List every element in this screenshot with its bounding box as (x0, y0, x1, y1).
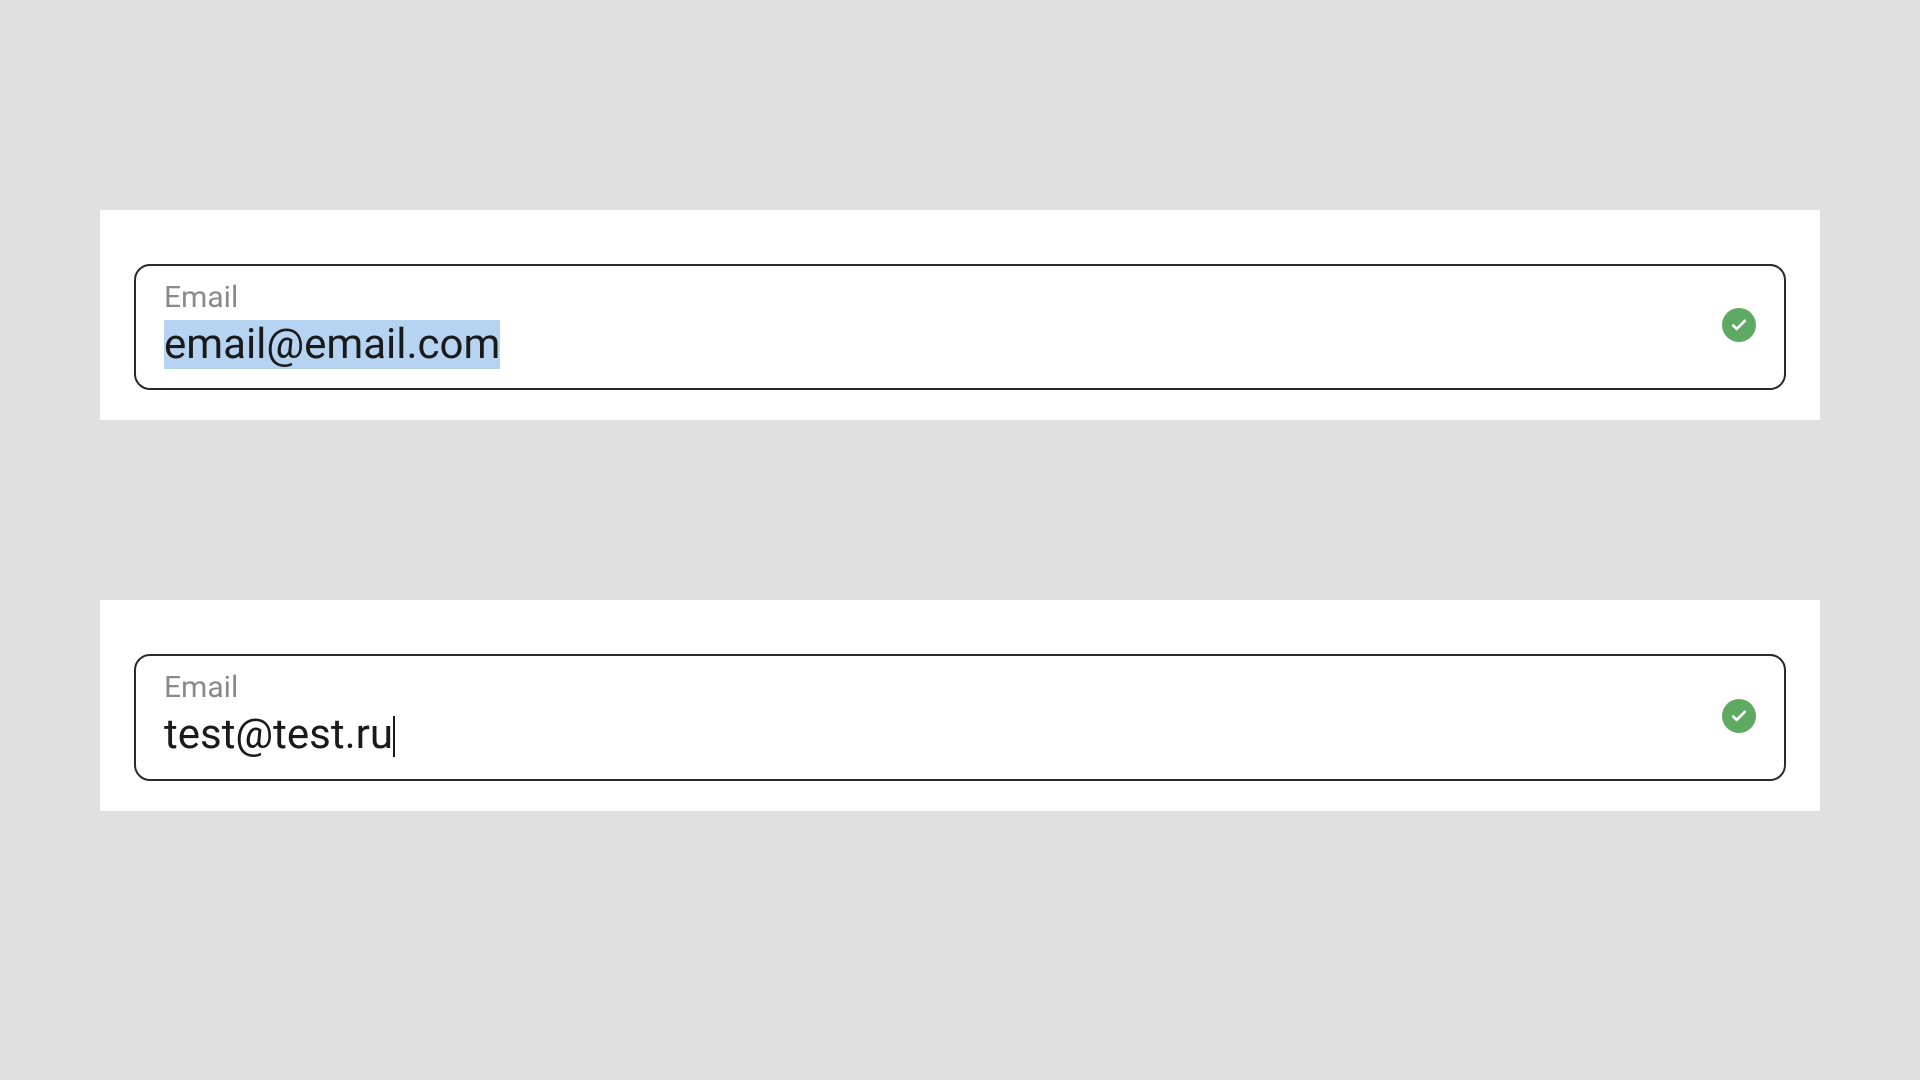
email-card-1: Email email@email.com (100, 210, 1820, 420)
check-circle-icon (1722, 699, 1756, 733)
check-circle-icon (1722, 308, 1756, 342)
email-field-1-label: Email (164, 280, 1702, 316)
text-caret (393, 716, 395, 756)
email-field-1-value[interactable]: email@email.com (164, 320, 1702, 370)
email-card-2: Email test@test.ru (100, 600, 1820, 810)
email-field-1-container[interactable]: Email email@email.com (134, 264, 1786, 390)
email-field-2-main[interactable]: Email test@test.ru (164, 670, 1702, 760)
email-field-2-container[interactable]: Email test@test.ru (134, 654, 1786, 780)
email-field-1-main[interactable]: Email email@email.com (164, 280, 1702, 370)
email-field-2-label: Email (164, 670, 1702, 706)
email-field-2-value[interactable]: test@test.ru (164, 710, 1702, 760)
